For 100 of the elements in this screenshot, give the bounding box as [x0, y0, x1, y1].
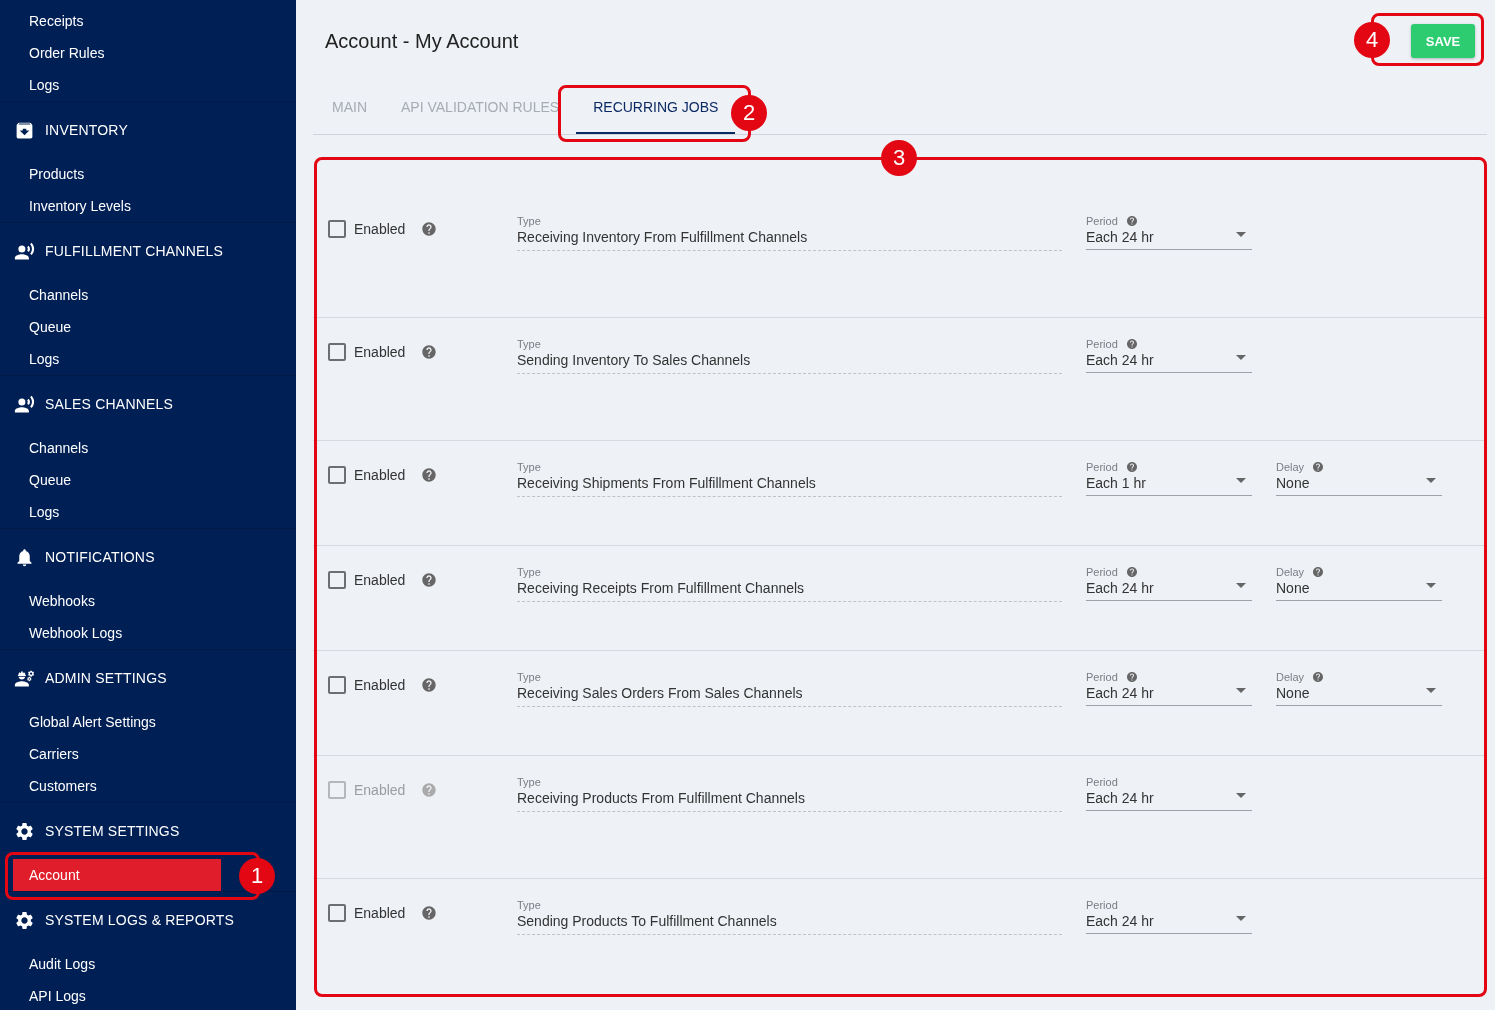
dropdown-field[interactable]: None: [1276, 474, 1442, 496]
field-label: Type: [517, 460, 542, 474]
sidebar-section-title[interactable]: INVENTORY: [45, 122, 128, 138]
checkbox[interactable]: [328, 571, 346, 589]
field-label: Delay: [1276, 671, 1305, 683]
help-icon[interactable]: [1312, 461, 1325, 473]
help-icon[interactable]: [1312, 566, 1325, 578]
dropdown-field[interactable]: None: [1276, 579, 1442, 601]
checkbox[interactable]: [328, 343, 346, 361]
help-icon[interactable]: [421, 221, 438, 237]
caret-icon: [1236, 582, 1246, 588]
sidebar-item[interactable]: Logs: [0, 343, 296, 375]
help-icon[interactable]: [1125, 215, 1138, 227]
sidebar-section-title[interactable]: SYSTEM SETTINGS: [45, 823, 180, 839]
sidebar-item[interactable]: Products: [0, 158, 296, 190]
gear-icon: [14, 820, 35, 842]
checkbox-label: Enabled: [354, 782, 406, 798]
dropdown-field[interactable]: Each 1 hr: [1086, 474, 1252, 496]
help-icon[interactable]: [421, 677, 438, 693]
sidebar-item[interactable]: Queue: [0, 311, 296, 343]
sidebar-item[interactable]: Receipts: [0, 5, 296, 37]
type-field: Receiving Products From Fulfillment Channels: [517, 789, 1062, 812]
field-label: Period: [1086, 215, 1118, 227]
person-signal-icon: [14, 240, 35, 262]
annotation-number: 4: [1354, 22, 1390, 58]
sidebar-item[interactable]: Audit Logs: [0, 948, 296, 980]
sidebar-item[interactable]: Account: [13, 859, 221, 891]
sidebar-item[interactable]: Webhooks: [0, 585, 296, 617]
field-label: Period: [1086, 338, 1118, 350]
field-label: Period: [1086, 899, 1118, 911]
sidebar-section-title[interactable]: NOTIFICATIONS: [45, 549, 155, 565]
checkbox[interactable]: [328, 676, 346, 694]
sidebar-section-title[interactable]: SALES CHANNELS: [45, 396, 174, 412]
caret-icon: [1426, 687, 1436, 693]
sidebar-section-title[interactable]: SYSTEM LOGS & REPORTS: [45, 912, 235, 928]
sidebar-item[interactable]: Logs: [0, 69, 296, 101]
type-field: Sending Inventory To Sales Channels: [517, 351, 1062, 374]
type-field: Receiving Sales Orders From Sales Channels: [517, 684, 1062, 707]
field-label: Type: [517, 565, 542, 579]
field-label: Type: [517, 337, 542, 351]
page-title: Account - My Account: [325, 29, 519, 53]
field-label: Delay: [1276, 461, 1305, 473]
gear-icon: [14, 909, 35, 931]
caret-icon: [1426, 477, 1436, 483]
checkbox[interactable]: [328, 220, 346, 238]
annotation-number: 2: [731, 95, 767, 131]
field-label: Type: [517, 898, 542, 912]
caret-icon: [1236, 477, 1246, 483]
sidebar-item[interactable]: Inventory Levels: [0, 190, 296, 222]
caret-icon: [1236, 354, 1246, 360]
dropdown-field[interactable]: None: [1276, 684, 1442, 706]
checkbox-label: Enabled: [354, 467, 406, 483]
sidebar-section-title[interactable]: ADMIN SETTINGS: [45, 670, 167, 686]
field-label: Period: [1086, 566, 1118, 578]
type-field: Sending Products To Fulfillment Channels: [517, 912, 1062, 935]
help-icon[interactable]: [1125, 461, 1138, 473]
sidebar-item[interactable]: Customers: [0, 770, 296, 802]
field-label: Period: [1086, 461, 1118, 473]
sidebar-item[interactable]: API Logs: [0, 980, 296, 1010]
checkbox-label: Enabled: [354, 344, 406, 360]
dropdown-field[interactable]: Each 24 hr: [1086, 351, 1252, 373]
dropdown-field[interactable]: Each 24 hr: [1086, 684, 1252, 706]
sidebar-item[interactable]: Channels: [0, 432, 296, 464]
dropdown-field[interactable]: Each 24 hr: [1086, 912, 1252, 934]
field-label: Type: [517, 775, 542, 789]
field-label: Period: [1086, 776, 1118, 788]
checkbox[interactable]: [328, 466, 346, 484]
sidebar-item[interactable]: Channels: [0, 279, 296, 311]
checkbox-label: Enabled: [354, 572, 406, 588]
checkbox-label: Enabled: [354, 677, 406, 693]
help-icon[interactable]: [421, 344, 438, 360]
person-signal-icon: [14, 393, 35, 415]
field-label: Type: [517, 670, 542, 684]
dropdown-field[interactable]: Each 24 hr: [1086, 228, 1252, 250]
checkbox[interactable]: [328, 904, 346, 922]
sidebar-item[interactable]: Queue: [0, 464, 296, 496]
caret-icon: [1236, 915, 1246, 921]
help-icon[interactable]: [1125, 671, 1138, 683]
sidebar-item[interactable]: Global Alert Settings: [0, 706, 296, 738]
field-label: Type: [517, 214, 542, 228]
help-icon[interactable]: [421, 572, 438, 588]
help-icon[interactable]: [1125, 566, 1138, 578]
field-label: Delay: [1276, 566, 1305, 578]
type-field: Receiving Receipts From Fulfillment Channels: [517, 579, 1062, 602]
field-label: Period: [1086, 671, 1118, 683]
help-icon[interactable]: [1312, 671, 1325, 683]
sidebar-item[interactable]: Carriers: [0, 738, 296, 770]
caret-icon: [1236, 231, 1246, 237]
caret-icon: [1236, 687, 1246, 693]
type-field: Receiving Shipments From Fulfillment Channels: [517, 474, 1062, 497]
help-icon[interactable]: [421, 467, 438, 483]
sidebar-section-title[interactable]: FULFILLMENT CHANNELS: [45, 243, 223, 259]
dropdown-field[interactable]: Each 24 hr: [1086, 579, 1252, 601]
sidebar-item[interactable]: Webhook Logs: [0, 617, 296, 649]
caret-icon: [1426, 582, 1436, 588]
sidebar-item[interactable]: Logs: [0, 496, 296, 528]
sidebar-item[interactable]: Order Rules: [0, 37, 296, 69]
help-icon[interactable]: [1125, 338, 1138, 350]
caret-icon: [1236, 792, 1246, 798]
help-icon[interactable]: [421, 905, 438, 921]
